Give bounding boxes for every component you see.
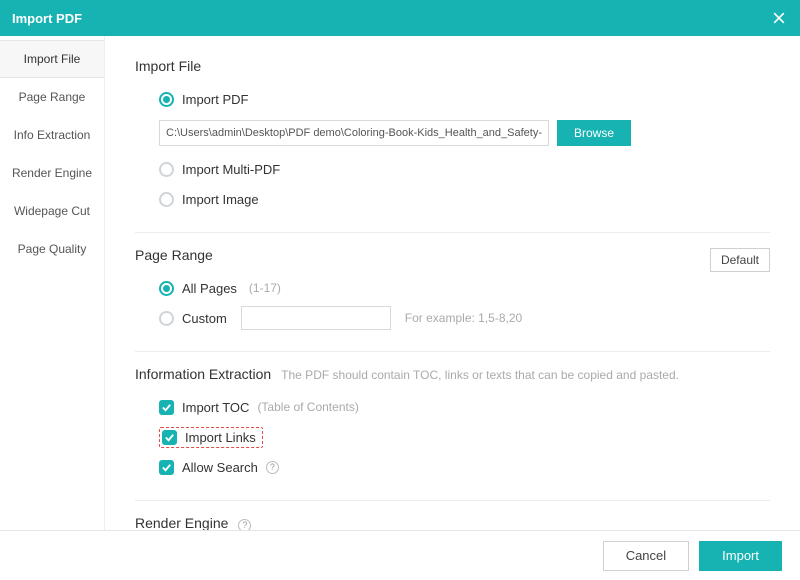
radio-label: Import PDF [182,92,248,107]
checkbox-label: Import TOC [182,400,249,415]
section-heading: Import File [135,58,770,74]
titlebar: Import PDF [0,0,800,36]
radio-label: All Pages [182,281,237,296]
pdf-path-input[interactable] [159,120,549,146]
checkbox-label: Allow Search [182,460,258,475]
radio-all-pages[interactable] [159,281,174,296]
sidebar: Import File Page Range Info Extraction R… [0,36,105,530]
section-hint: The PDF should contain TOC, links or tex… [281,368,679,382]
toc-suffix: (Table of Contents) [257,400,358,414]
sidebar-item-import-file[interactable]: Import File [0,40,104,78]
radio-label: Import Image [182,192,259,207]
checkbox-label: Import Links [185,430,256,445]
section-heading: Page Range [135,247,710,263]
sidebar-item-page-quality[interactable]: Page Quality [0,230,104,268]
section-import-file: Import File Import PDF Browse Import Mul… [135,52,770,233]
custom-pages-input[interactable] [241,306,391,330]
checkbox-import-links[interactable] [162,430,177,445]
close-icon[interactable] [770,9,788,27]
custom-hint: For example: 1,5-8,20 [405,311,522,325]
footer: Cancel Import [0,530,800,580]
import-button[interactable]: Import [699,541,782,571]
checkbox-allow-search[interactable] [159,460,174,475]
sidebar-item-info-extraction[interactable]: Info Extraction [0,116,104,154]
section-page-range: Page Range Default All Pages (1-17) Cust… [135,241,770,352]
content-scroll[interactable]: Import File Import PDF Browse Import Mul… [105,36,800,530]
cancel-button[interactable]: Cancel [603,541,689,571]
help-icon[interactable]: ? [266,461,279,474]
section-info-extraction: Information Extraction The PDF should co… [135,360,770,501]
section-render-engine: Render Engine ? New Engine (Recommended … [135,509,770,530]
sidebar-item-page-range[interactable]: Page Range [0,78,104,116]
window-title: Import PDF [12,11,82,26]
sidebar-item-widepage-cut[interactable]: Widepage Cut [0,192,104,230]
radio-import-multi-pdf[interactable] [159,162,174,177]
sidebar-item-render-engine[interactable]: Render Engine [0,154,104,192]
default-button[interactable]: Default [710,248,770,272]
checkbox-import-toc[interactable] [159,400,174,415]
radio-import-pdf[interactable] [159,92,174,107]
radio-import-image[interactable] [159,192,174,207]
section-heading: Information Extraction The PDF should co… [135,366,770,382]
section-heading: Render Engine ? [135,515,770,530]
all-pages-range: (1-17) [249,281,281,295]
highlight-import-links: Import Links [159,427,263,448]
help-icon[interactable]: ? [238,519,251,531]
radio-custom-pages[interactable] [159,311,174,326]
browse-button[interactable]: Browse [557,120,631,146]
radio-label: Custom [182,311,227,326]
radio-label: Import Multi-PDF [182,162,280,177]
